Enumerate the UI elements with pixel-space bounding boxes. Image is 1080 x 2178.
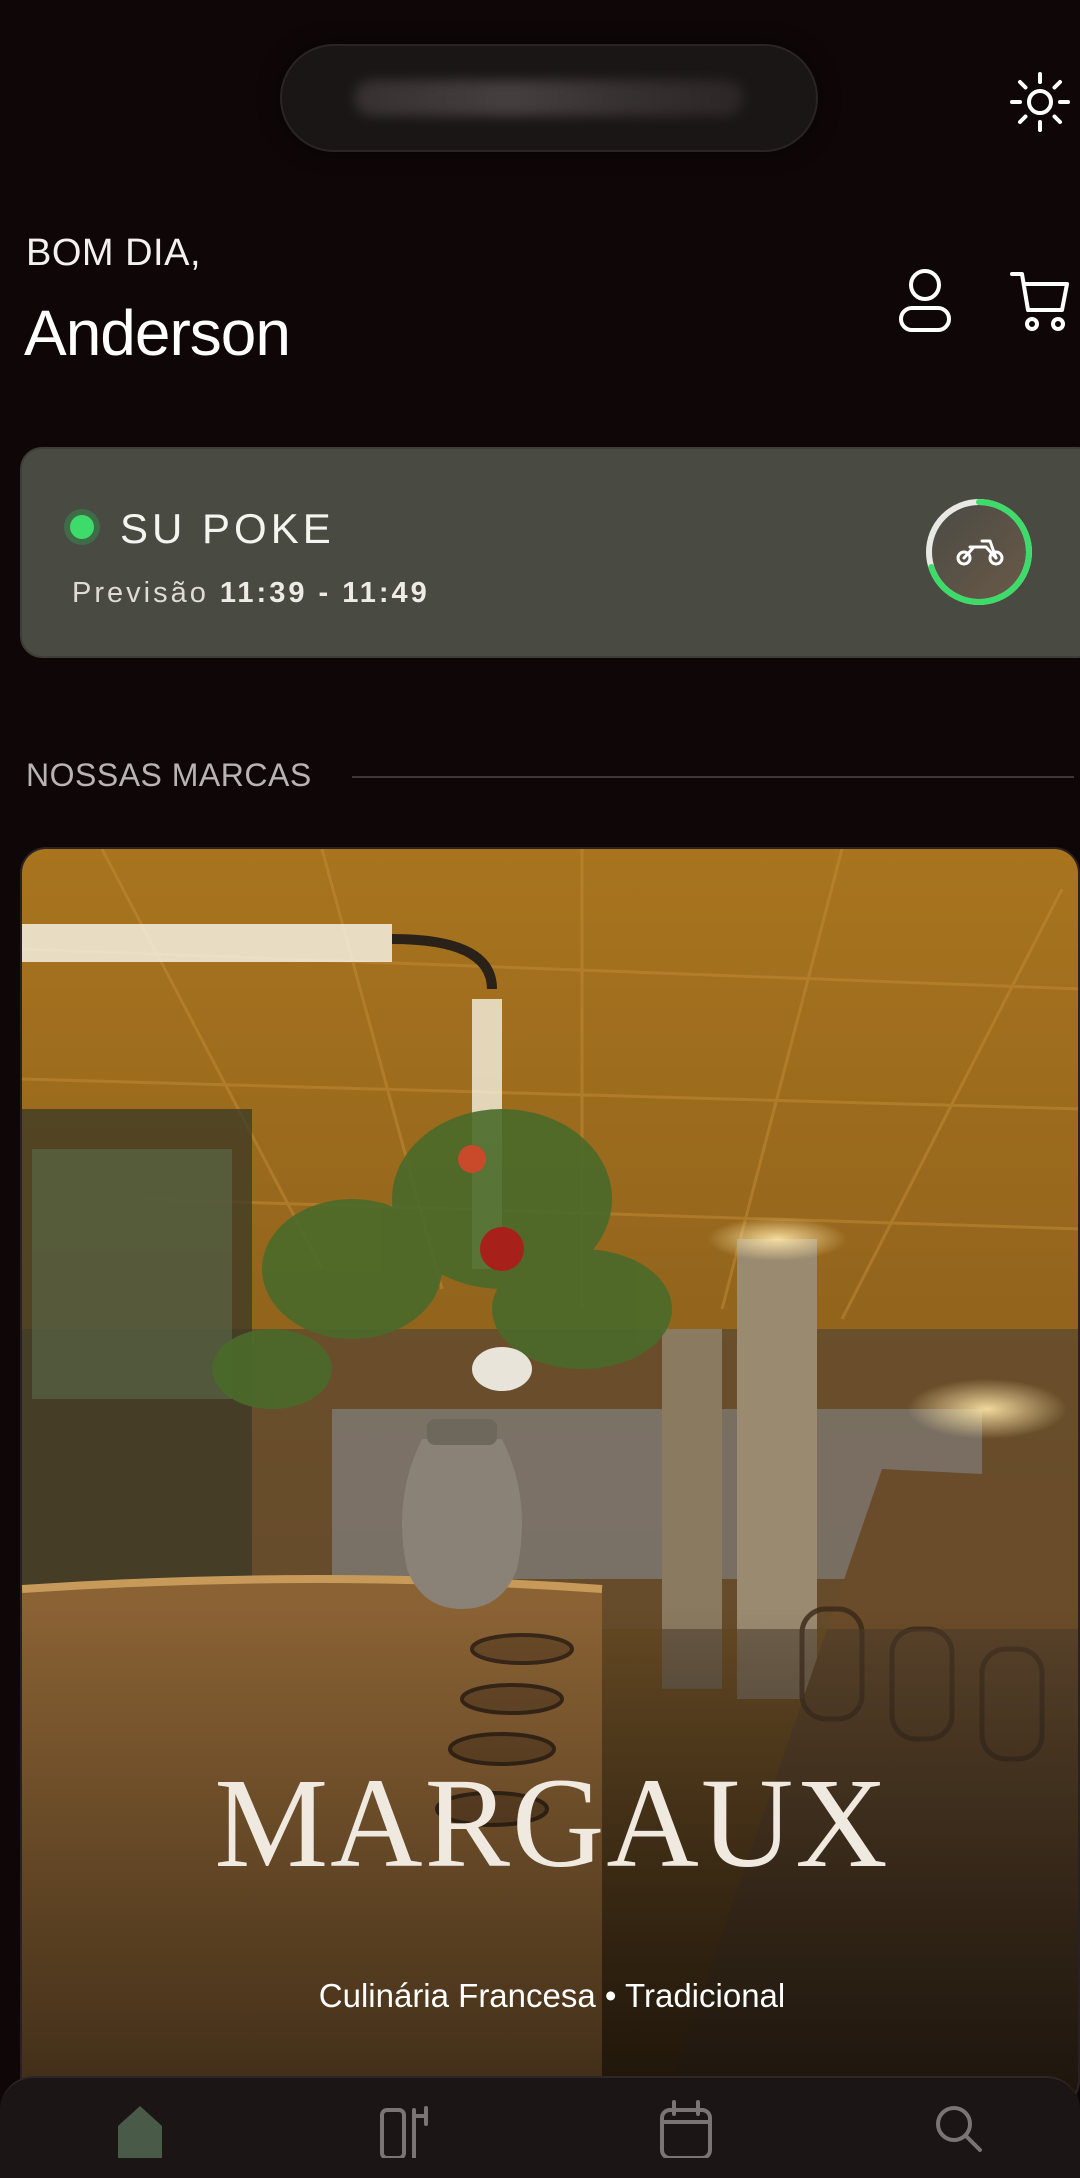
status-pill[interactable] xyxy=(280,44,818,152)
section-title-brands: NOSSAS MARCAS xyxy=(26,757,312,793)
restaurant-photo xyxy=(22,849,1078,2105)
calendar-icon[interactable] xyxy=(656,2098,716,2158)
order-eta: Previsão 11:39 - 11:49 xyxy=(72,577,430,610)
brand-separator: • xyxy=(604,1977,617,2014)
order-store-name: SU POKE xyxy=(120,505,335,552)
cart-icon[interactable] xyxy=(1010,270,1070,332)
search-icon[interactable] xyxy=(926,2098,986,2158)
order-eta-range: 11:39 - 11:49 xyxy=(219,577,430,609)
order-eta-prefix: Previsão xyxy=(72,577,209,609)
status-pill-content xyxy=(354,80,744,116)
brand-name: MARGAUX xyxy=(214,1752,890,1894)
brand-cuisine: Culinária Francesa xyxy=(318,1977,596,2014)
greeting-label: BOM DIA, xyxy=(26,232,202,274)
user-name: Anderson xyxy=(24,297,291,369)
section-divider xyxy=(352,776,1074,778)
sun-icon[interactable] xyxy=(1008,70,1072,134)
delivery-progress-ring xyxy=(926,499,1032,605)
active-order-card[interactable]: SU POKE Previsão 11:39 - 11:49 xyxy=(20,447,1080,658)
user-icon[interactable] xyxy=(896,268,954,334)
order-status-dot xyxy=(64,509,100,545)
brand-style: Tradicional xyxy=(625,1977,786,2014)
home-icon[interactable] xyxy=(110,2098,170,2158)
brand-card-margaux[interactable]: MARGAUX Culinária Francesa • Tradicional xyxy=(20,847,1080,2107)
bottom-navigation xyxy=(0,2076,1080,2178)
menu-icon[interactable] xyxy=(376,2098,436,2158)
brand-description: Culinária Francesa • Tradicional xyxy=(22,1977,1078,2015)
